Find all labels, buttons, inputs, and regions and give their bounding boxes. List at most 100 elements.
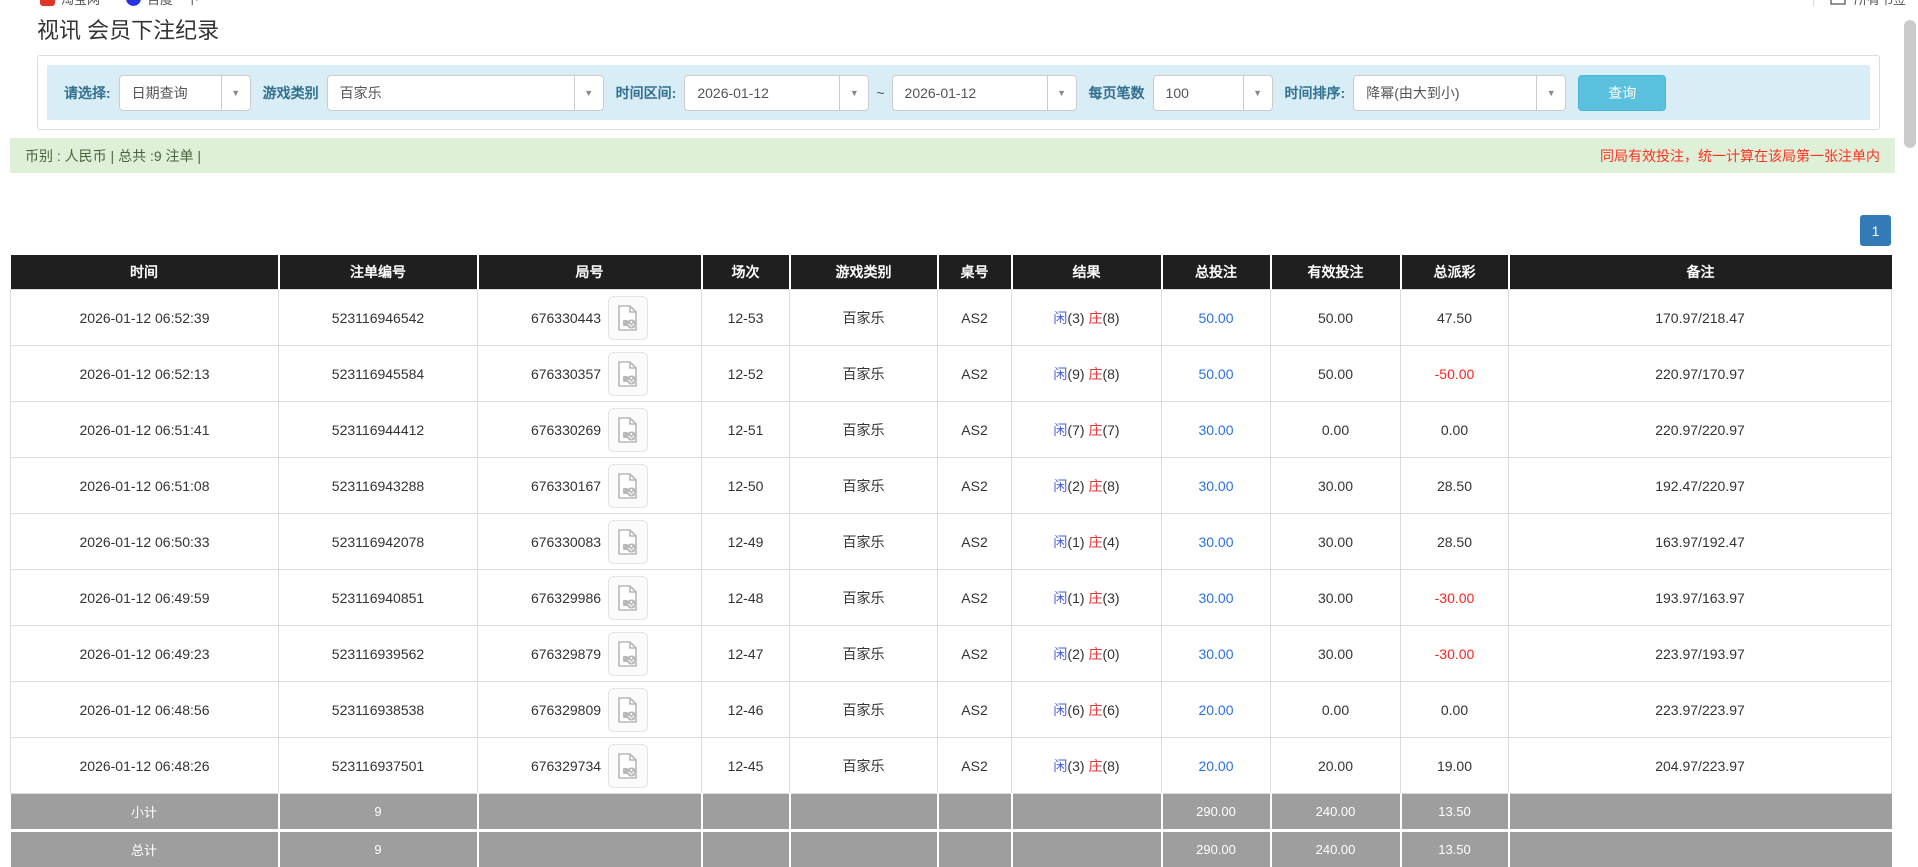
total-count: 9 <box>279 831 478 867</box>
cell-game: 百家乐 <box>790 346 938 402</box>
all-bookmarks-label[interactable]: 所有书签 <box>1854 0 1906 8</box>
cell-time: 2026-01-12 06:48:26 <box>11 738 279 794</box>
player-result: 闲 <box>1053 422 1067 438</box>
cell-payout: 0.00 <box>1401 682 1509 738</box>
cell-session: 12-51 <box>702 402 790 458</box>
col-game: 游戏类别 <box>790 255 938 290</box>
video-replay-button[interactable] <box>608 744 648 788</box>
cell-time: 2026-01-12 06:51:08 <box>11 458 279 514</box>
payout-value: 0.00 <box>1441 422 1468 438</box>
cell-time: 2026-01-12 06:48:56 <box>11 682 279 738</box>
cell-bet-id: 523116942078 <box>279 514 478 570</box>
banker-result: 庄 <box>1088 590 1102 606</box>
page-size-select[interactable]: 100 ▼ <box>1153 75 1273 111</box>
video-replay-button[interactable] <box>608 296 648 340</box>
video-replay-button[interactable] <box>608 576 648 620</box>
video-replay-button[interactable] <box>608 520 648 564</box>
cell-bet-id: 523116946542 <box>279 290 478 346</box>
cell-game: 百家乐 <box>790 738 938 794</box>
chevron-down-icon: ▼ <box>1536 76 1565 110</box>
table-row: 2026-01-12 06:50:33523116942078676330083… <box>11 514 1892 570</box>
cell-table-no: AS2 <box>938 626 1012 682</box>
game-category-select[interactable]: 百家乐 ▼ <box>327 75 604 111</box>
query-type-value: 日期查询 <box>120 83 188 103</box>
cell-bet-id: 523116945584 <box>279 346 478 402</box>
col-remark: 备注 <box>1509 255 1892 290</box>
cell-result: 闲(1) 庄(4) <box>1012 514 1162 570</box>
query-type-select[interactable]: 日期查询 ▼ <box>119 75 251 111</box>
cell-table-no: AS2 <box>938 682 1012 738</box>
video-replay-button[interactable] <box>608 352 648 396</box>
chevron-down-icon: ▼ <box>1243 76 1272 110</box>
video-file-icon <box>617 641 639 667</box>
video-replay-button[interactable] <box>608 632 648 676</box>
cell-total-bet: 30.00 <box>1162 626 1271 682</box>
total-bet-link[interactable]: 20.00 <box>1198 702 1233 718</box>
cell-total-bet: 50.00 <box>1162 290 1271 346</box>
col-total-bet: 总投注 <box>1162 255 1271 290</box>
cell-table-no: AS2 <box>938 402 1012 458</box>
bookmark-item-baidu[interactable]: 百度一下 <box>126 0 199 8</box>
total-bet-link[interactable]: 50.00 <box>1198 310 1233 326</box>
cell-round: 676330443 <box>478 290 702 346</box>
table-row: 2026-01-12 06:52:39523116946542676330443… <box>11 290 1892 346</box>
subtotal-valid-bet: 240.00 <box>1271 794 1401 831</box>
cell-round: 676329809 <box>478 682 702 738</box>
cell-time: 2026-01-12 06:49:23 <box>11 626 279 682</box>
cell-result: 闲(3) 庄(8) <box>1012 738 1162 794</box>
chevron-down-icon: ▼ <box>1047 76 1076 110</box>
cell-remark: 193.97/163.97 <box>1509 570 1892 626</box>
total-bet-link[interactable]: 30.00 <box>1198 646 1233 662</box>
bookmark-item-taobao[interactable]: 淘宝网 <box>40 0 100 8</box>
video-file-icon <box>617 753 639 779</box>
banker-result: 庄 <box>1088 534 1102 550</box>
cell-valid-bet: 0.00 <box>1271 402 1401 458</box>
total-bet-link[interactable]: 30.00 <box>1198 534 1233 550</box>
cell-remark: 223.97/223.97 <box>1509 682 1892 738</box>
cell-payout: 28.50 <box>1401 458 1509 514</box>
subtotal-payout: 13.50 <box>1401 794 1509 831</box>
player-result: 闲 <box>1053 646 1067 662</box>
payout-value: 28.50 <box>1437 534 1472 550</box>
page-button-1[interactable]: 1 <box>1860 215 1891 246</box>
page-title: 视讯 会员下注纪录 <box>37 18 1918 44</box>
video-file-icon <box>617 361 639 387</box>
video-replay-button[interactable] <box>608 408 648 452</box>
payout-value: 0.00 <box>1441 702 1468 718</box>
time-sort-value: 降幂(由大到小) <box>1354 83 1459 103</box>
video-replay-button[interactable] <box>608 688 648 732</box>
table-row: 2026-01-12 06:51:08523116943288676330167… <box>11 458 1892 514</box>
query-button[interactable]: 查询 <box>1578 75 1666 111</box>
scrollbar-thumb[interactable] <box>1904 20 1916 148</box>
total-bet-link[interactable]: 20.00 <box>1198 758 1233 774</box>
total-payout: 13.50 <box>1401 831 1509 867</box>
cell-valid-bet: 50.00 <box>1271 346 1401 402</box>
video-replay-button[interactable] <box>608 464 648 508</box>
bookmarks-divider <box>1813 0 1814 6</box>
payout-value: 19.00 <box>1437 758 1472 774</box>
cell-result: 闲(2) 庄(8) <box>1012 458 1162 514</box>
total-bet-link[interactable]: 50.00 <box>1198 366 1233 382</box>
cell-game: 百家乐 <box>790 682 938 738</box>
cell-result: 闲(1) 庄(3) <box>1012 570 1162 626</box>
time-sort-select[interactable]: 降幂(由大到小) ▼ <box>1353 75 1566 111</box>
cell-time: 2026-01-12 06:51:41 <box>11 402 279 458</box>
cell-remark: 223.97/193.97 <box>1509 626 1892 682</box>
cell-table-no: AS2 <box>938 290 1012 346</box>
date-to-select[interactable]: 2026-01-12 ▼ <box>892 75 1077 111</box>
cell-session: 12-45 <box>702 738 790 794</box>
date-from-select[interactable]: 2026-01-12 ▼ <box>684 75 869 111</box>
cell-payout: -30.00 <box>1401 570 1509 626</box>
player-result: 闲 <box>1053 534 1067 550</box>
total-bet-link[interactable]: 30.00 <box>1198 422 1233 438</box>
cell-table-no: AS2 <box>938 514 1012 570</box>
filter-panel: 请选择: 日期查询 ▼ 游戏类别 百家乐 ▼ 时间区间: 2026-01-12 … <box>37 55 1880 130</box>
video-file-icon <box>617 697 639 723</box>
pagination: 1 <box>0 215 1891 246</box>
total-bet-link[interactable]: 30.00 <box>1198 590 1233 606</box>
cell-result: 闲(9) 庄(8) <box>1012 346 1162 402</box>
cell-total-bet: 50.00 <box>1162 346 1271 402</box>
total-bet-link[interactable]: 30.00 <box>1198 478 1233 494</box>
player-result: 闲 <box>1053 702 1067 718</box>
video-file-icon <box>617 585 639 611</box>
